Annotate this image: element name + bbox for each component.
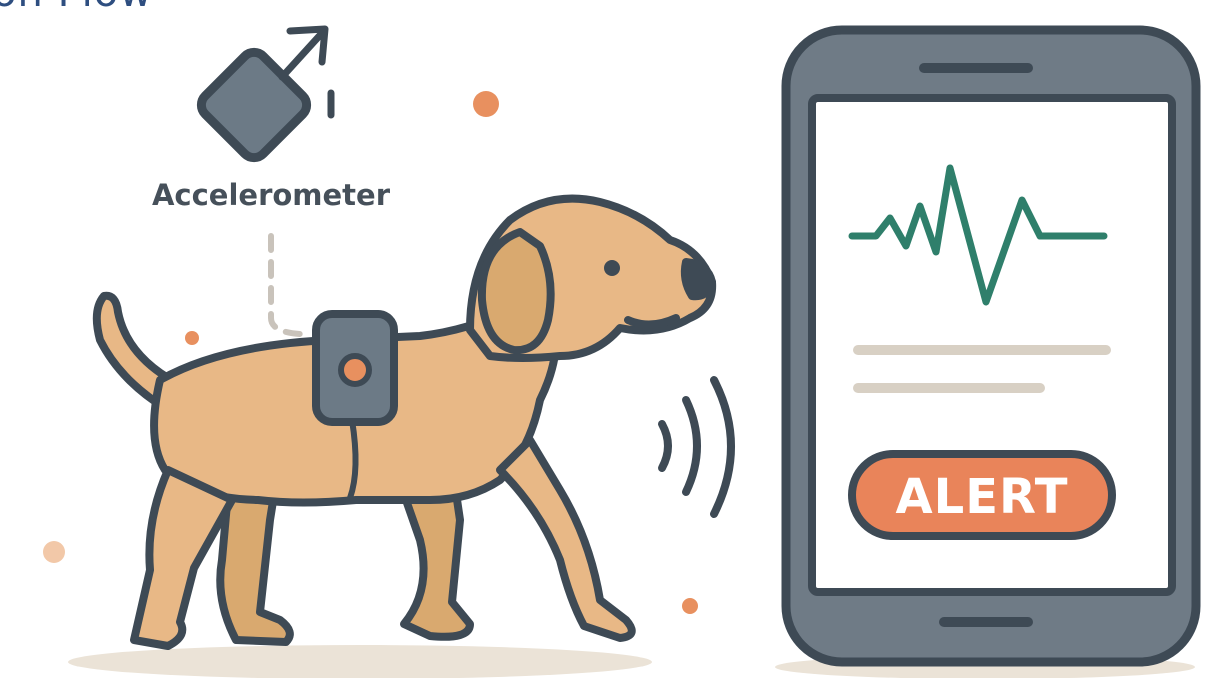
collar-sensor-device [312, 310, 398, 426]
decorative-dot [473, 91, 499, 117]
dog-near-hind-leg [130, 466, 236, 650]
decorative-dot [185, 331, 199, 345]
alert-button-label: ALERT [895, 469, 1068, 525]
dog-illustration [92, 194, 717, 650]
dog-eye [604, 260, 620, 276]
diagram-canvas: ision Flow Accelerometer [0, 0, 1208, 678]
sensor-connector-line [268, 233, 303, 337]
dog-ear [477, 228, 555, 355]
alert-button[interactable]: ALERT [848, 450, 1116, 540]
dog-nose [680, 258, 716, 301]
decorative-dot [43, 541, 65, 563]
dog-ground-shadow [68, 645, 652, 678]
accelerometer-label: Accelerometer [152, 178, 391, 212]
decorative-dot [682, 598, 698, 614]
vision-flow-illustration: Accelerometer ALERT [43, 25, 1201, 678]
dog-near-front-leg [496, 436, 636, 642]
wireless-signal-icon [658, 376, 735, 518]
